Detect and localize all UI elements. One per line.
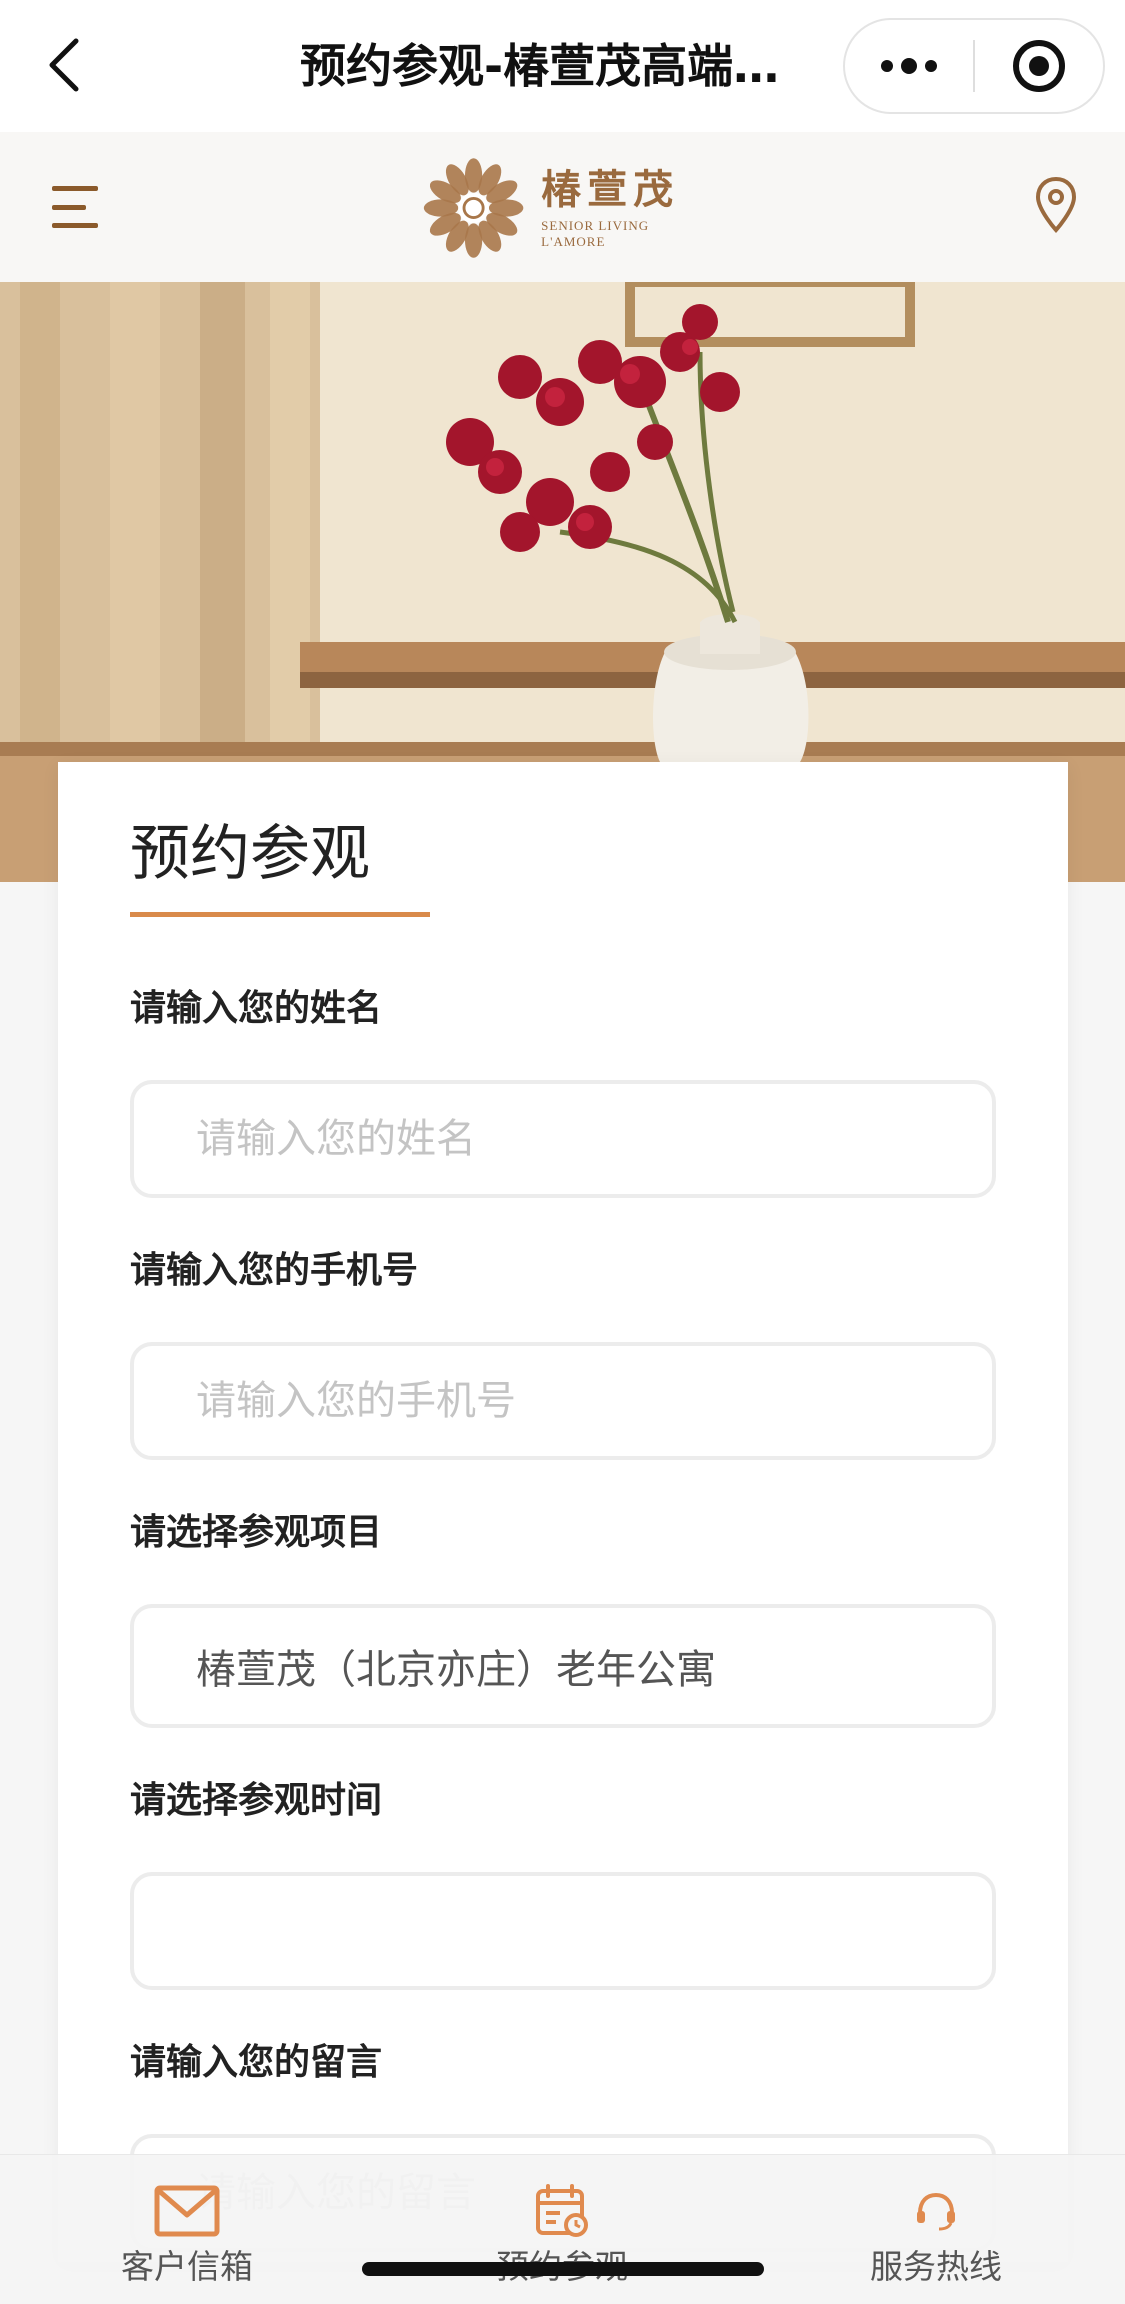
time-label: 请选择参观时间 — [130, 1780, 383, 1821]
logo-english-text: SENIOR LIVING L'AMORE — [541, 218, 650, 249]
tab-service-hotline[interactable]: 服务热线 — [806, 2155, 1066, 2304]
logo-flower-icon — [423, 158, 524, 258]
site-header: 椿萱茂 SENIOR LIVING L'AMORE — [0, 132, 1125, 282]
calendar-icon — [536, 2184, 588, 2237]
page-title: 预约参观-椿萱茂高端… — [300, 39, 780, 93]
name-label: 请输入您的姓名 — [130, 988, 383, 1029]
mail-icon — [154, 2185, 220, 2237]
close-miniprogram-button[interactable] — [975, 20, 1103, 112]
location-pin-icon[interactable] — [1035, 176, 1077, 234]
more-dots-icon — [881, 58, 937, 74]
capsule-menu — [843, 18, 1105, 114]
headset-icon — [917, 2192, 955, 2231]
more-button[interactable] — [845, 20, 973, 112]
bottom-tab-bar: 客户信箱 预约参观 服务热线 — [0, 2154, 1125, 2304]
logo-chinese-text: 椿萱茂 — [541, 166, 680, 213]
project-selected-value: 椿萱茂（北京亦庄）老年公寓 — [196, 1647, 716, 1693]
phone-input[interactable] — [130, 1342, 996, 1460]
name-input[interactable] — [130, 1080, 996, 1198]
back-button[interactable] — [38, 30, 88, 100]
menu-icon[interactable] — [52, 182, 102, 232]
tab-label-hotline: 服务热线 — [870, 2247, 1002, 2286]
brand-logo[interactable]: 椿萱茂 SENIOR LIVING L'AMORE — [420, 152, 710, 264]
message-label: 请输入您的留言 — [130, 2042, 383, 2083]
title-underline — [130, 912, 430, 917]
home-indicator[interactable] — [362, 2262, 764, 2276]
tab-customer-mailbox[interactable]: 客户信箱 — [57, 2155, 317, 2304]
tab-label-mailbox: 客户信箱 — [121, 2247, 253, 2286]
tab-book-visit[interactable]: 预约参观 — [432, 2155, 692, 2304]
project-label: 请选择参观项目 — [130, 1512, 383, 1553]
visit-booking-form: 预约参观 请输入您的姓名 请输入您的手机号 请选择参观项目 椿萱茂（北京亦庄）老… — [58, 762, 1068, 2262]
target-circle-icon — [1012, 40, 1065, 92]
project-select[interactable]: 椿萱茂（北京亦庄）老年公寓 — [130, 1604, 996, 1728]
chevron-left-icon — [49, 38, 79, 92]
form-title: 预约参观 — [130, 819, 370, 889]
time-picker[interactable] — [130, 1872, 996, 1990]
mini-program-navbar: 预约参观-椿萱茂高端… — [0, 0, 1125, 132]
phone-label: 请输入您的手机号 — [130, 1250, 419, 1291]
